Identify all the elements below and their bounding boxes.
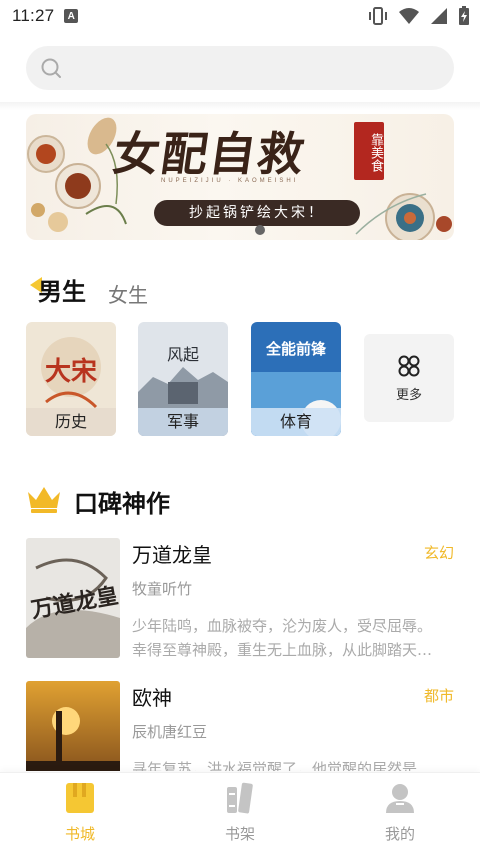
nav-bookshelf-label: 书架 — [224, 825, 255, 843]
status-icons — [368, 6, 470, 26]
book-title: 万道龙皇 — [132, 543, 212, 567]
book-cover-text: 欧神 — [53, 770, 93, 771]
book-cover: 万道龙皇 — [26, 538, 120, 658]
search-icon — [41, 58, 61, 78]
book-genre-tag: 玄幻 — [423, 544, 454, 562]
banner-title: 女配自救 — [109, 127, 310, 181]
category-more-label: 更多 — [395, 387, 422, 403]
status-time: 11:27 — [12, 6, 55, 25]
book-description: 少年陆鸣，血脉被夺，沦为废人，受尽屈辱。 幸得至尊神殿，重生无上血脉，从此脚踏天… — [132, 614, 454, 662]
book-city-icon — [66, 783, 94, 813]
book-item[interactable]: 欧神 欧神 都市 辰机唐红豆 寻年复苏，洪水福觉醒了，他觉醒的居然是 — [26, 681, 454, 771]
nav-bookshelf[interactable]: 书架 — [190, 781, 290, 844]
status-bar: 11:27 A — [0, 0, 480, 32]
category-military-cover-text: 风起 — [167, 345, 199, 364]
grid-icon — [398, 355, 420, 376]
category-sports-label: 体育 — [251, 408, 341, 436]
bottom-nav: 书城 书架 我的 — [0, 772, 480, 853]
category-history[interactable]: 大宋 历史 — [26, 322, 116, 436]
banner-subtitle: 抄起锅铲绘大宋！ — [154, 200, 360, 226]
book-genre-tag: 都市 — [423, 687, 454, 705]
book-description-line: 少年陆鸣，血脉被夺，沦为废人，受尽屈辱。 — [132, 617, 433, 635]
book-description: 寻年复苏，洪水福觉醒了，他觉醒的居然是 — [132, 757, 454, 771]
header-divider — [0, 102, 480, 110]
search-input[interactable] — [70, 59, 430, 77]
crown-icon — [28, 487, 60, 513]
category-more-button[interactable]: 更多 — [364, 334, 454, 422]
category-sports-cover-text: 全能前锋 — [265, 340, 327, 358]
banner-seal: 靠美食 — [354, 122, 384, 180]
book-description-line: 寻年复苏，洪水福觉醒了，他觉醒的居然是 — [132, 760, 418, 771]
category-sports[interactable]: 全能前锋 体育 — [251, 322, 341, 436]
nav-profile[interactable]: 我的 — [350, 781, 450, 844]
promo-banner[interactable]: 女配自救 靠美食 NUPEIZIJIU · KAOMEISHI 抄起锅铲绘大宋！ — [26, 114, 454, 240]
nav-book-city[interactable]: 书城 — [30, 781, 130, 844]
tab-female[interactable]: 女生 — [108, 279, 148, 308]
category-military[interactable]: 风起 军事 — [138, 322, 228, 436]
bookshelf-icon — [227, 782, 253, 814]
book-author: 辰机唐红豆 — [132, 723, 208, 741]
book-description-line: 幸得至尊神殿，重生无上血脉，从此脚踏天… — [132, 641, 433, 659]
nav-book-city-label: 书城 — [64, 825, 95, 843]
notification-badge: A — [64, 9, 79, 23]
search-bar[interactable] — [26, 46, 454, 90]
book-author: 牧童听竹 — [132, 580, 193, 598]
nav-profile-label: 我的 — [384, 825, 415, 843]
book-title: 欧神 — [132, 686, 172, 710]
section-title-reputation: 口碑神作 — [74, 490, 170, 518]
wifi-icon — [399, 8, 419, 24]
signal-icon — [431, 8, 447, 24]
category-history-label: 历史 — [26, 408, 116, 436]
battery-icon — [459, 6, 469, 25]
category-military-label: 军事 — [138, 408, 228, 436]
book-cover: 欧神 — [26, 681, 120, 771]
profile-icon — [386, 784, 414, 813]
carousel-indicator[interactable] — [255, 225, 265, 235]
vibrate-icon — [369, 7, 387, 25]
book-item[interactable]: 万道龙皇 万道龙皇 玄幻 牧童听竹 少年陆鸣，血脉被夺，沦为废人，受尽屈辱。 幸… — [26, 538, 454, 659]
tab-male[interactable]: 男生 — [38, 272, 86, 307]
category-history-cover-text: 大宋 — [45, 357, 97, 387]
banner-caption: NUPEIZIJIU · KAOMEISHI — [161, 178, 299, 184]
